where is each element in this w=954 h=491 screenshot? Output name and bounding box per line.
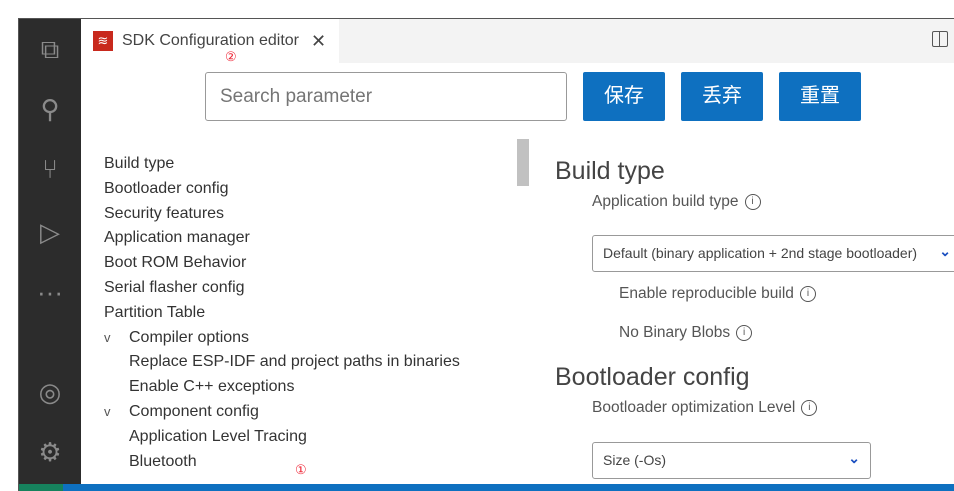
- remote-indicator[interactable]: [19, 484, 63, 491]
- search-icon[interactable]: ⚲: [32, 91, 68, 127]
- chevron-down-icon[interactable]: v: [104, 404, 129, 419]
- save-button[interactable]: 保存: [583, 72, 665, 121]
- source-control-icon[interactable]: ⑂: [32, 151, 68, 187]
- info-icon[interactable]: i: [799, 285, 816, 302]
- app-build-type-select[interactable]: Default (binary application + 2nd stage …: [592, 235, 954, 272]
- tree-item[interactable]: Replace ESP-IDF and project paths in bin…: [104, 353, 460, 378]
- status-bar: [19, 484, 954, 491]
- app-build-type-label: Application build type i: [592, 193, 761, 211]
- tree-item[interactable]: Application manager: [104, 229, 460, 254]
- split-editor-icon[interactable]: [932, 31, 948, 47]
- tree-item[interactable]: Bluetooth: [104, 453, 460, 478]
- bootloader-config-heading: Bootloader config: [555, 363, 750, 391]
- label-text: Enable reproducible build: [619, 285, 794, 302]
- tree-item[interactable]: Build type: [104, 155, 460, 180]
- label-text: Bootloader optimization Level: [592, 399, 796, 416]
- opt-level-select[interactable]: Size (-Os) ⌄: [592, 442, 871, 479]
- tab-title: SDK Configuration editor: [122, 32, 299, 49]
- tree-item-label: Compiler options: [129, 328, 250, 346]
- tree-item[interactable]: Bootloader config: [104, 180, 460, 205]
- reproducible-build-option[interactable]: Enable reproducible build i: [619, 285, 816, 303]
- label-text: Application build type: [592, 193, 739, 210]
- reset-button[interactable]: 重置: [779, 72, 861, 121]
- info-icon[interactable]: i: [736, 324, 753, 341]
- activity-bar: ⧉ ⚲ ⑂ ▷ ··· ◎ ⚙: [19, 19, 81, 491]
- run-debug-icon[interactable]: ▷: [32, 214, 68, 250]
- espressif-logo-icon: ≋: [93, 31, 113, 51]
- tree-item[interactable]: Application Level Tracing: [104, 428, 460, 453]
- opt-level-label: Bootloader optimization Level i: [592, 399, 818, 417]
- annotation-2: ②: [225, 49, 237, 64]
- editor-window: ⧉ ⚲ ⑂ ▷ ··· ◎ ⚙ ≋ SDK Configuration edit…: [18, 18, 954, 491]
- info-icon[interactable]: i: [801, 399, 818, 416]
- no-binary-blobs-option[interactable]: No Binary Blobs i: [619, 324, 753, 342]
- tree-item[interactable]: Security features: [104, 205, 460, 230]
- build-type-heading: Build type: [555, 157, 665, 185]
- more-icon[interactable]: ···: [32, 274, 68, 310]
- label-text: No Binary Blobs: [619, 324, 731, 341]
- tree-item-component-config[interactable]: v Component config: [104, 403, 460, 428]
- info-icon[interactable]: i: [744, 193, 761, 210]
- chevron-down-icon[interactable]: v: [104, 330, 129, 345]
- select-value: Default (binary application + 2nd stage …: [603, 245, 918, 261]
- explorer-icon[interactable]: ⧉: [32, 31, 68, 67]
- select-value: Size (-Os): [603, 452, 666, 468]
- close-icon[interactable]: ✕: [311, 31, 326, 52]
- chevron-down-icon: ⌄: [939, 243, 951, 259]
- config-tree: Build type Bootloader config Security fe…: [104, 155, 460, 477]
- tree-item-label: Component config: [129, 402, 259, 420]
- tree-scrollbar[interactable]: [517, 139, 529, 186]
- discard-button[interactable]: 丢弃: [681, 72, 763, 121]
- annotation-1: ①: [295, 462, 307, 477]
- tree-item[interactable]: Serial flasher config: [104, 279, 460, 304]
- tree-item[interactable]: Boot ROM Behavior: [104, 254, 460, 279]
- account-icon[interactable]: ◎: [32, 374, 68, 410]
- search-input[interactable]: [205, 72, 567, 121]
- tree-item-compiler-options[interactable]: v Compiler options: [104, 329, 460, 354]
- chevron-down-icon: ⌄: [848, 450, 860, 466]
- tree-item[interactable]: Enable C++ exceptions: [104, 378, 460, 403]
- settings-gear-icon[interactable]: ⚙: [32, 434, 68, 470]
- tab-bar: ≋ SDK Configuration editor ✕ ②: [81, 19, 954, 64]
- tab-sdk-config[interactable]: ≋ SDK Configuration editor ✕ ②: [81, 19, 339, 64]
- tree-item[interactable]: Partition Table: [104, 304, 460, 329]
